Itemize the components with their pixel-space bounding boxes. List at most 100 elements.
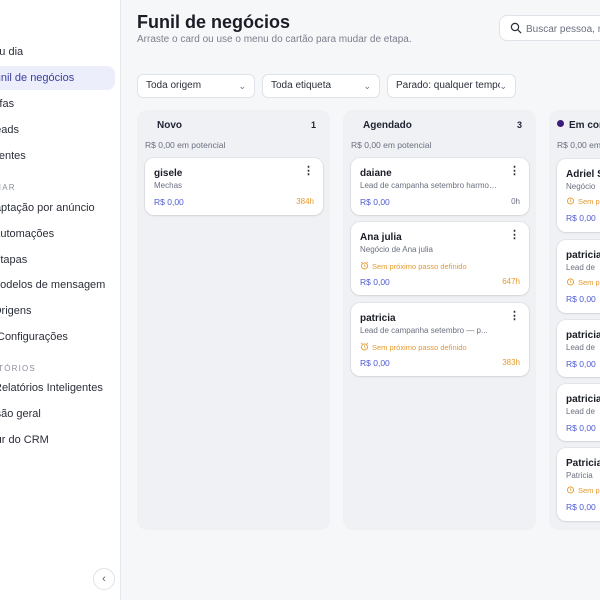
alarm-clock-icon xyxy=(566,486,575,494)
deal-card[interactable]: Patricia Patricia Sem p R$ 0,00 xyxy=(557,448,600,521)
sidebar-item-label: Meu dia xyxy=(0,46,24,58)
no-next-step-warning: Sem próximo passo definido xyxy=(360,261,467,271)
column-potential: R$ 0,00 em xyxy=(557,140,600,150)
no-next-step-warning: Sem p xyxy=(566,277,600,287)
deal-card[interactable]: gisele Mechas ⋮ R$ 0,00 384h xyxy=(145,158,323,215)
card-value: R$ 0,00 xyxy=(566,502,596,512)
card-subtitle: Negócio de Ana julia xyxy=(360,245,433,254)
card-name: Patricia xyxy=(566,458,600,469)
kanban-column-agendado: Agendado 3 R$ 0,00 em potencial daiane L… xyxy=(343,110,536,530)
sidebar-item-label: Leads xyxy=(0,124,19,136)
search-input[interactable] xyxy=(526,20,600,38)
filter-label: Toda etiqueta xyxy=(271,80,332,91)
chevron-down-icon: ⌄ xyxy=(238,81,246,91)
more-vertical-icon[interactable]: ⋮ xyxy=(509,166,520,177)
warning-text: Sem próximo passo definido xyxy=(372,343,467,352)
filter-parado-select[interactable]: Parado: qualquer tempo ⌄ xyxy=(387,74,516,98)
card-value: R$ 0,00 xyxy=(360,197,390,207)
warning-text: Sem próximo passo definido xyxy=(372,262,467,271)
card-value: R$ 0,00 xyxy=(360,358,390,368)
card-name: daiane xyxy=(360,168,392,179)
card-value: R$ 0,00 xyxy=(566,359,596,369)
filter-etiqueta-select[interactable]: Toda etiqueta ⌄ xyxy=(262,74,380,98)
page-title: Funil de negócios xyxy=(137,12,291,32)
sidebar-item-label: Automações xyxy=(0,228,55,240)
sidebar-item-label: Visão geral xyxy=(0,408,41,420)
sidebar-item-label: Clientes xyxy=(0,150,26,162)
column-title: Em con xyxy=(569,120,600,131)
filter-origem-select[interactable]: Toda origem ⌄ xyxy=(137,74,255,98)
search-icon xyxy=(510,22,522,34)
card-value: R$ 0,00 xyxy=(566,213,596,223)
status-dot xyxy=(557,120,564,127)
card-value: R$ 0,00 xyxy=(566,294,596,304)
kanban-column-novo: Novo 1 R$ 0,00 em potencial gisele Mecha… xyxy=(137,110,330,530)
deal-card[interactable]: patricia Lead de R$ 0,00 xyxy=(557,384,600,441)
card-time: 647h xyxy=(502,277,520,286)
deal-card[interactable]: daiane Lead de campanha setembro harmoni… xyxy=(351,158,529,215)
card-subtitle: Lead de campanha setembro — p... xyxy=(360,326,488,335)
no-next-step-warning: Sem próximo passo definido xyxy=(360,342,467,352)
card-value: R$ 0,00 xyxy=(566,423,596,433)
sidebar-item-label: Modelos de mensagem xyxy=(0,279,106,291)
sidebar-item-label: Relatórios Inteligentes xyxy=(0,382,103,394)
card-time: 0h xyxy=(511,197,520,206)
sidebar-item-label: Etapas xyxy=(0,254,28,266)
chevron-down-icon: ⌄ xyxy=(363,81,371,91)
sidebar-item-label: Configurações xyxy=(0,331,68,343)
card-subtitle: Mechas xyxy=(154,181,183,190)
deal-card[interactable]: Adriel S Negócio Sem p R$ 0,00 xyxy=(557,159,600,232)
card-time: 384h xyxy=(296,197,314,206)
card-name: patricia xyxy=(566,250,600,261)
filter-label: Parado: qualquer tempo xyxy=(396,80,500,91)
sidebar-collapse-button[interactable]: ‹ xyxy=(93,568,115,590)
sidebar-section-config: Iniciar xyxy=(0,183,16,192)
sidebar-item-label: Tarefas xyxy=(0,98,15,110)
column-title: Novo xyxy=(157,120,182,131)
sidebar-section-reports: Relatórios xyxy=(0,364,36,373)
card-subtitle: Patricia xyxy=(566,471,593,480)
kanban-column-em-contato: Em con R$ 0,00 em Adriel S Negócio Sem p… xyxy=(549,110,600,530)
alarm-clock-icon xyxy=(360,261,369,270)
card-name: gisele xyxy=(154,168,183,179)
filter-label: Toda origem xyxy=(146,80,202,91)
chevron-left-icon: ‹ xyxy=(102,573,106,585)
warning-text: Sem p xyxy=(578,197,600,206)
card-subtitle: Lead de xyxy=(566,407,595,416)
card-name: Adriel S xyxy=(566,169,600,180)
column-potential: R$ 0,00 em potencial xyxy=(351,140,432,150)
alarm-clock-icon xyxy=(360,342,369,351)
chevron-down-icon: ⌄ xyxy=(499,81,507,91)
card-subtitle: Lead de campanha setembro harmonização xyxy=(360,181,500,190)
deal-card[interactable]: Ana julia Negócio de Ana julia ⋮ Sem pró… xyxy=(351,222,529,295)
column-title: Agendado xyxy=(363,120,412,131)
column-count: 3 xyxy=(516,120,522,130)
alarm-clock-icon xyxy=(566,197,575,205)
card-name: patricia xyxy=(566,394,600,405)
warning-text: Sem p xyxy=(578,486,600,495)
column-potential: R$ 0,00 em potencial xyxy=(145,140,226,150)
card-name: patricia xyxy=(566,330,600,341)
sidebar-item-label: Tour do CRM xyxy=(0,434,49,446)
more-vertical-icon[interactable]: ⋮ xyxy=(303,166,314,177)
sidebar-item-label: Funil de negócios xyxy=(0,72,75,84)
card-subtitle: Lead de xyxy=(566,263,595,272)
deal-card[interactable]: patricia Lead de Sem p R$ 0,00 xyxy=(557,240,600,313)
card-value: R$ 0,00 xyxy=(154,197,184,207)
sidebar: Meu dia Funil de negócios Tarefas Leads … xyxy=(0,0,121,600)
no-next-step-warning: Sem p xyxy=(566,196,600,206)
deal-card[interactable]: patricia Lead de R$ 0,00 xyxy=(557,320,600,377)
sidebar-item-funil[interactable]: Funil de negócios xyxy=(0,66,115,90)
alarm-clock-icon xyxy=(566,278,575,286)
sidebar-item-label: Captação por anúncio xyxy=(0,202,95,214)
card-value: R$ 0,00 xyxy=(360,277,390,287)
more-vertical-icon[interactable]: ⋮ xyxy=(509,230,520,241)
deal-card[interactable]: patricia Lead de campanha setembro — p..… xyxy=(351,303,529,376)
card-name: Ana julia xyxy=(360,232,402,243)
card-time: 383h xyxy=(502,358,520,367)
warning-text: Sem p xyxy=(578,278,600,287)
card-name: patricia xyxy=(360,313,396,324)
search-box xyxy=(499,15,600,41)
card-subtitle: Negócio xyxy=(566,182,596,191)
more-vertical-icon[interactable]: ⋮ xyxy=(509,311,520,322)
